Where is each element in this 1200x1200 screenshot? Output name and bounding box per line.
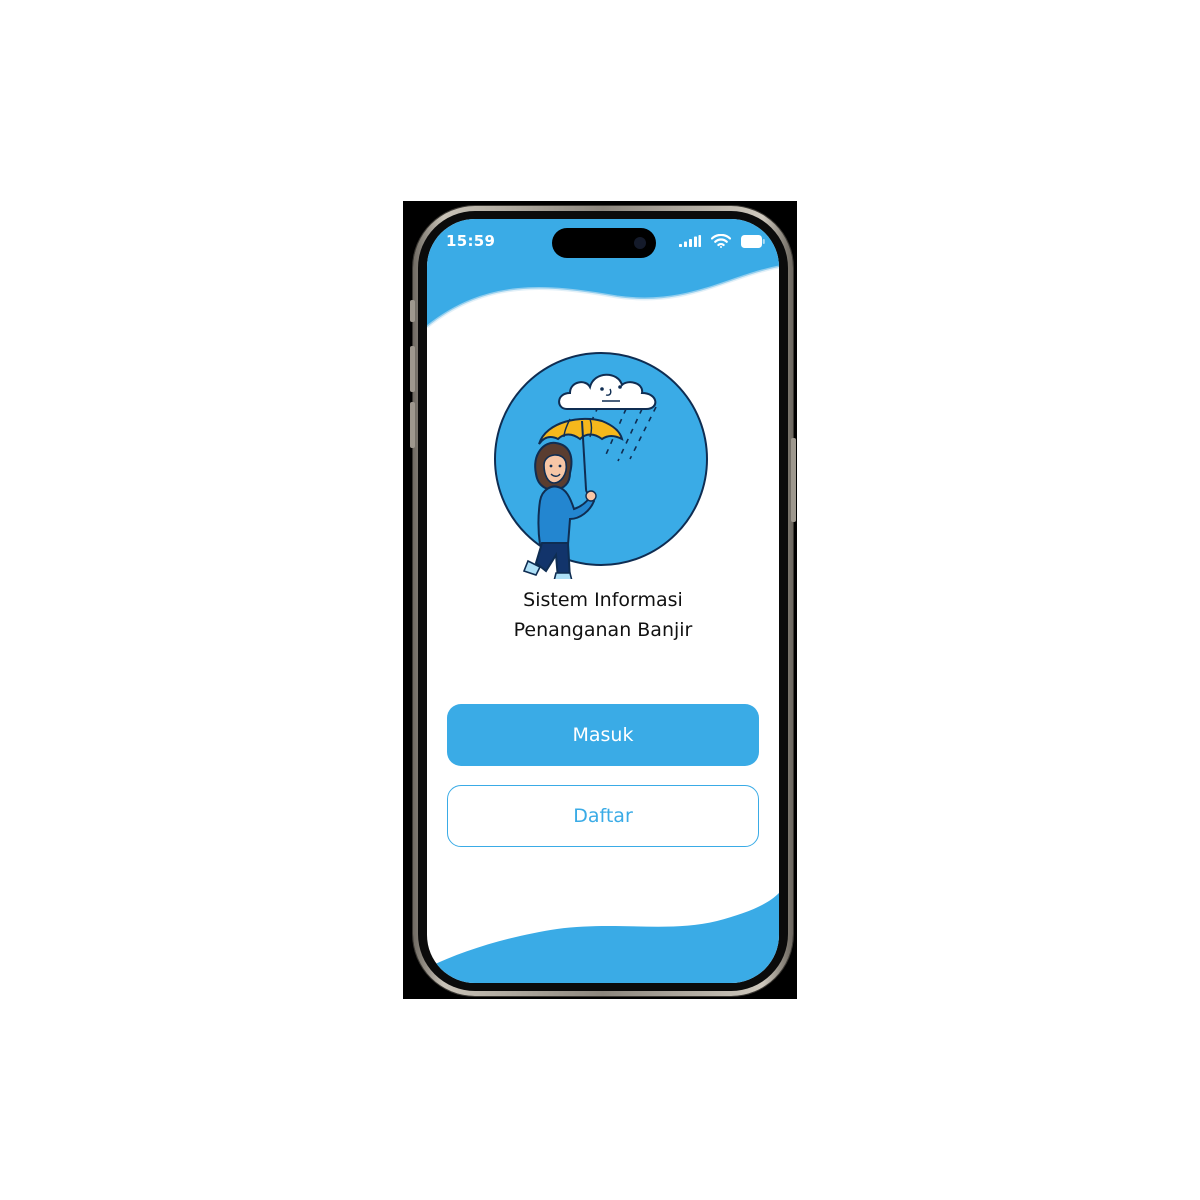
bottom-wave-decoration (427, 893, 779, 983)
stage: 15:59 Sistem Informasi Penanganan Banjir… (0, 0, 1200, 1200)
status-time: 15:59 (446, 232, 496, 250)
volume-down-button (410, 402, 415, 448)
wifi-icon (711, 234, 731, 248)
signal-bars-icon (679, 235, 701, 247)
front-camera-icon (634, 237, 646, 249)
phone-screen: 15:59 Sistem Informasi Penanganan Banjir… (427, 219, 779, 983)
app-title: Sistem Informasi Penanganan Banjir (427, 585, 779, 645)
status-icons (679, 234, 765, 248)
app-title-line-2: Penanganan Banjir (513, 619, 693, 641)
action-button (410, 300, 415, 322)
power-button (791, 438, 796, 522)
dynamic-island (552, 228, 656, 258)
app-title-line-1: Sistem Informasi (523, 589, 683, 611)
volume-up-button (410, 346, 415, 392)
battery-icon (741, 234, 765, 248)
register-button[interactable]: Daftar (447, 785, 759, 847)
status-bar: 15:59 (427, 219, 779, 265)
login-button[interactable]: Masuk (447, 704, 759, 766)
person-with-umbrella-in-rain-illustration (494, 352, 708, 579)
